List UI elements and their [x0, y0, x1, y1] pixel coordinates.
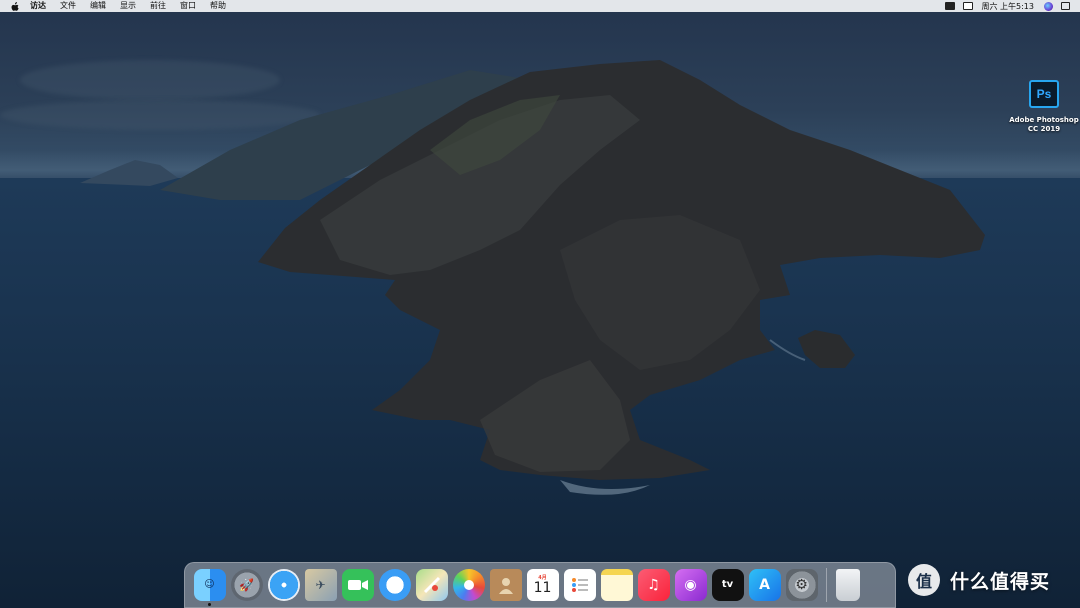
contacts-icon[interactable]	[489, 569, 522, 601]
finder-icon[interactable]: ☺	[193, 569, 226, 606]
tv-glyph: tv	[721, 579, 734, 590]
menu-window[interactable]: 窗口	[180, 0, 196, 12]
screen-mirroring-icon[interactable]	[945, 2, 956, 10]
calendar-day: 11	[533, 579, 552, 596]
safari-icon[interactable]	[267, 569, 300, 601]
messages-icon[interactable]	[378, 569, 411, 601]
dock-separator	[826, 568, 827, 602]
running-indicator	[208, 603, 211, 606]
prefs-glyph: ⚙	[795, 577, 808, 593]
trash-icon[interactable]	[835, 569, 860, 601]
desktop: 访达 文件 编辑 显示 前往 窗口 帮助 周六 上午5:13 Ps Adobe …	[0, 0, 1080, 608]
app-store-glyph: A	[759, 577, 770, 593]
watermark: 值 什么值得买	[908, 562, 1050, 598]
app-store-icon[interactable]: A	[748, 569, 781, 601]
notes-icon[interactable]	[600, 569, 633, 601]
reminders-icon[interactable]	[563, 569, 596, 601]
music-icon[interactable]: ♫	[637, 569, 670, 601]
menu-help[interactable]: 帮助	[210, 0, 226, 12]
menu-view[interactable]: 显示	[120, 0, 136, 12]
menu-clock[interactable]: 周六 上午5:13	[981, 1, 1034, 12]
mail-icon[interactable]: ✈	[304, 569, 337, 601]
podcasts-icon[interactable]: ◉	[674, 569, 707, 601]
apple-menu-icon[interactable]	[10, 1, 20, 11]
input-method-icon[interactable]	[963, 2, 974, 10]
watermark-logo-icon: 值	[908, 564, 940, 596]
menu-go[interactable]: 前往	[150, 0, 166, 12]
menu-bar: 访达 文件 编辑 显示 前往 窗口 帮助 周六 上午5:13	[0, 0, 1080, 12]
dock: ☺ 🚀 ✈ 4月 11 ♫ ◉ tv A ⚙	[184, 562, 896, 608]
menu-bar-status-area: 周六 上午5:13	[945, 0, 1080, 12]
music-glyph: ♫	[647, 577, 660, 593]
maps-icon[interactable]	[415, 569, 448, 601]
menu-app-name[interactable]: 访达	[30, 0, 46, 12]
notification-center-icon[interactable]	[1061, 2, 1070, 10]
watermark-text: 什么值得买	[950, 570, 1051, 593]
menu-file[interactable]: 文件	[60, 0, 76, 12]
calendar-icon[interactable]: 4月 11	[526, 569, 559, 601]
launchpad-icon[interactable]: 🚀	[230, 569, 263, 601]
island-wallpaper	[80, 60, 985, 495]
menu-edit[interactable]: 编辑	[90, 0, 106, 12]
desktop-icon-photoshop[interactable]: Ps Adobe Photoshop CC 2019	[1006, 80, 1080, 134]
photos-icon[interactable]	[452, 569, 485, 601]
siri-icon[interactable]	[1044, 1, 1053, 11]
facetime-icon[interactable]	[341, 569, 374, 601]
apple-tv-icon[interactable]: tv	[711, 569, 744, 601]
system-preferences-icon[interactable]: ⚙	[785, 569, 818, 601]
podcasts-glyph: ◉	[684, 577, 697, 593]
photoshop-icon: Ps	[1029, 80, 1059, 108]
desktop-icon-label: Adobe Photoshop CC 2019	[1009, 116, 1079, 133]
